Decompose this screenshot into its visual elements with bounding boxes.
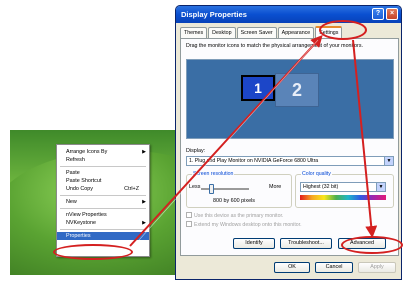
menu-item-undo-copy[interactable]: Undo Copy Ctrl+Z: [57, 185, 149, 193]
chevron-down-icon[interactable]: ▼: [384, 157, 393, 165]
primary-monitor-checkbox[interactable]: Use this device as the primary monitor.: [186, 212, 283, 219]
menu-item-arrange-icons[interactable]: Arrange Icons By ▶: [57, 148, 149, 156]
display-select-value: 1. Plug and Play Monitor on NVIDIA GeFor…: [189, 158, 319, 164]
menu-item-label: Paste: [66, 170, 80, 176]
checkbox-label: Extend my Windows desktop onto this moni…: [194, 222, 302, 228]
resolution-slider-thumb[interactable]: [209, 184, 214, 194]
resolution-less-label: Less: [189, 184, 201, 190]
settings-panel: Drag the monitor icons to match the phys…: [180, 38, 399, 256]
menu-item-label: nView Properties: [66, 212, 107, 218]
extend-desktop-checkbox[interactable]: Extend my Windows desktop onto this moni…: [186, 221, 302, 228]
color-quality-legend: Color quality: [301, 171, 332, 177]
ok-button[interactable]: OK: [274, 262, 310, 273]
properties-callout-ring: [53, 244, 133, 260]
submenu-arrow-icon: ▶: [142, 199, 146, 205]
advanced-callout-ring: [341, 236, 403, 254]
color-quality-value: Highest (32 bit): [303, 184, 339, 190]
menu-item-nvkeystone[interactable]: NVKeystone ▶: [57, 219, 149, 227]
title-bar[interactable]: Display Properties ? ×: [176, 6, 401, 23]
display-label: Display:: [186, 148, 206, 154]
instruction-text: Drag the monitor icons to match the phys…: [186, 43, 363, 49]
checkbox-label: Use this device as the primary monitor.: [194, 213, 284, 219]
monitor-1-icon[interactable]: 1: [241, 75, 275, 101]
chevron-down-icon[interactable]: ▼: [376, 183, 385, 191]
desktop-context-menu: Arrange Icons By ▶ Refresh Paste Paste S…: [56, 144, 150, 257]
menu-item-paste[interactable]: Paste: [57, 169, 149, 177]
menu-item-shortcut: Ctrl+Z: [124, 186, 139, 192]
color-quality-select[interactable]: Highest (32 bit) ▼: [300, 182, 386, 192]
color-quality-group: Color quality Highest (32 bit) ▼: [295, 171, 394, 208]
help-button[interactable]: ?: [372, 8, 384, 20]
menu-separator: [60, 208, 146, 209]
menu-item-label: Refresh: [66, 157, 85, 163]
tab-themes[interactable]: Themes: [180, 27, 208, 38]
monitor-arrangement-area: 1 2: [186, 59, 394, 139]
settings-callout-ring: [319, 20, 367, 40]
menu-separator: [60, 229, 146, 230]
screen-resolution-group: Screen resolution Less More 800 by 600 p…: [186, 171, 292, 208]
resolution-more-label: More: [269, 184, 282, 190]
checkbox-box[interactable]: [186, 221, 192, 227]
menu-item-refresh[interactable]: Refresh: [57, 156, 149, 164]
display-select[interactable]: 1. Plug and Play Monitor on NVIDIA GeFor…: [186, 156, 394, 166]
checkbox-box[interactable]: [186, 212, 192, 218]
tab-desktop[interactable]: Desktop: [208, 27, 236, 38]
menu-item-nview-properties[interactable]: nView Properties: [57, 211, 149, 219]
resolution-value: 800 by 600 pixels: [213, 198, 255, 204]
menu-item-properties[interactable]: Properties: [57, 232, 149, 240]
menu-item-label: NVKeystone: [66, 220, 96, 226]
menu-item-label: Arrange Icons By: [66, 149, 108, 155]
window-title: Display Properties: [181, 10, 247, 19]
color-spectrum-bar: [300, 195, 386, 200]
menu-item-new[interactable]: New ▶: [57, 198, 149, 206]
menu-item-label: New: [66, 199, 77, 205]
monitor-2-icon[interactable]: 2: [275, 73, 319, 107]
tab-appearance[interactable]: Appearance: [277, 27, 315, 38]
menu-item-label: Properties: [66, 233, 91, 239]
troubleshoot-button[interactable]: Troubleshoot...: [280, 238, 332, 249]
identify-button[interactable]: Identify: [233, 238, 275, 249]
submenu-arrow-icon: ▶: [142, 149, 146, 155]
menu-item-label: Undo Copy: [66, 186, 93, 192]
menu-separator: [60, 166, 146, 167]
tab-screen-saver[interactable]: Screen Saver: [236, 27, 277, 38]
menu-item-paste-shortcut[interactable]: Paste Shortcut: [57, 177, 149, 185]
apply-button[interactable]: Apply: [358, 262, 396, 273]
submenu-arrow-icon: ▶: [142, 220, 146, 226]
menu-item-label: Paste Shortcut: [66, 178, 102, 184]
close-button[interactable]: ×: [386, 8, 398, 20]
screen-resolution-legend: Screen resolution: [192, 171, 235, 177]
menu-separator: [60, 195, 146, 196]
cancel-button[interactable]: Cancel: [315, 262, 353, 273]
